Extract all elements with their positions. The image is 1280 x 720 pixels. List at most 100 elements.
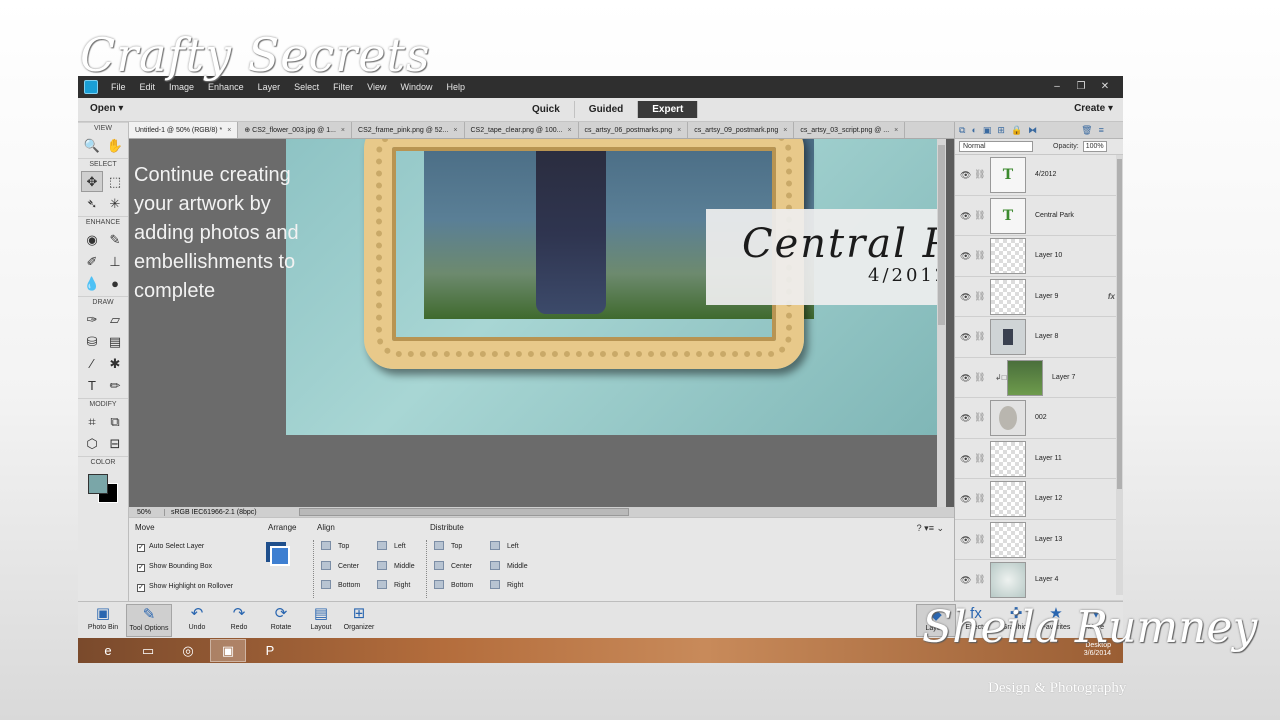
layer-row[interactable]: 👁 ⛓ Layer 11: [955, 439, 1123, 479]
document-tab[interactable]: cs_artsy_09_postmark.png ×: [688, 122, 795, 138]
layer-row[interactable]: 👁 ⛓ Layer 9 fx: [955, 277, 1123, 317]
show-highlight-checkbox[interactable]: ✓ Show Highlight on Rollover: [137, 583, 233, 592]
layer-row[interactable]: 👁 ⛓ Layer 13: [955, 520, 1123, 560]
document-tab[interactable]: Untitled-1 @ 50% (RGB/8) * ×: [129, 122, 239, 138]
options-menu-icons[interactable]: ? ▾≡ ⌄: [917, 523, 944, 534]
hand-icon[interactable]: ✋: [104, 135, 126, 156]
visibility-eye-icon[interactable]: 👁: [960, 170, 971, 181]
opacity-input[interactable]: 100%: [1082, 141, 1107, 152]
document-tab[interactable]: CS2_tape_clear.png @ 100... ×: [465, 122, 579, 138]
visibility-eye-icon[interactable]: 👁: [960, 454, 971, 465]
layer-thumbnail[interactable]: T: [990, 197, 1026, 234]
align-middle-button[interactable]: Middle: [377, 561, 415, 570]
sponge-icon[interactable]: ●: [104, 273, 126, 294]
panel-menu-icon[interactable]: ≡: [1099, 125, 1104, 135]
layer-row[interactable]: 👁 ⛓ T Central Park: [955, 196, 1123, 236]
distribute-right-button[interactable]: Right: [490, 580, 523, 589]
canvas-vertical-scroll-thumb[interactable]: [938, 145, 945, 325]
layer-link-icon[interactable]: ⛓: [974, 291, 985, 302]
visibility-eye-icon[interactable]: 👁: [960, 251, 971, 262]
layer-link-icon[interactable]: ⛓: [974, 534, 985, 545]
eyedropper-icon[interactable]: ⁄: [81, 353, 103, 374]
arrange-icon[interactable]: [270, 546, 290, 566]
pencil-icon[interactable]: ✏: [104, 375, 126, 396]
align-top-button[interactable]: Top: [321, 541, 349, 550]
tab-close-icon[interactable]: ×: [227, 127, 231, 134]
layer-thumbnail[interactable]: [1007, 359, 1043, 396]
visibility-eye-icon[interactable]: 👁: [960, 413, 971, 424]
artwork-canvas[interactable]: Central P 4/2012: [286, 139, 946, 435]
chrome-icon[interactable]: ◎: [170, 639, 206, 662]
open-button[interactable]: Open ▾: [90, 103, 123, 114]
lock-transparency-icon[interactable]: ⊞: [997, 125, 1005, 136]
layer-row[interactable]: 👁 ⛓ Layer 12: [955, 479, 1123, 520]
layer-row[interactable]: 👁 ⛓ T 4/2012: [955, 155, 1123, 196]
align-left-button[interactable]: Left: [377, 541, 406, 550]
layer-thumbnail[interactable]: [990, 521, 1026, 558]
straighten-icon[interactable]: ⊟: [104, 433, 126, 454]
mode-expert[interactable]: Expert: [638, 101, 699, 118]
blur-icon[interactable]: 💧: [81, 273, 103, 294]
layer-thumbnail[interactable]: [990, 440, 1026, 477]
magic-wand-icon[interactable]: ✳: [104, 193, 126, 214]
canvas-vertical-scrollbar[interactable]: [937, 139, 946, 507]
lock-layer-icon[interactable]: 🔒: [1011, 125, 1022, 136]
gradient-icon[interactable]: ▤: [104, 331, 126, 352]
show-bounding-box-checkbox[interactable]: ✓ Show Bounding Box: [137, 563, 212, 572]
visibility-eye-icon[interactable]: 👁: [960, 494, 971, 505]
tab-close-icon[interactable]: ×: [453, 127, 457, 134]
layer-link-icon[interactable]: ⛓: [974, 331, 985, 342]
layer-thumbnail[interactable]: [990, 562, 1026, 598]
smart-brush-icon[interactable]: ✐: [81, 251, 103, 272]
layer-thumbnail[interactable]: [990, 319, 1026, 355]
tab-close-icon[interactable]: ×: [894, 127, 898, 134]
tab-close-icon[interactable]: ×: [567, 127, 571, 134]
zoom-icon[interactable]: 🔍: [81, 135, 103, 156]
layer-row[interactable]: 👁 ⛓ Layer 4: [955, 560, 1123, 601]
checkbox-box[interactable]: ✓: [137, 564, 145, 572]
layer-link-icon[interactable]: ⛓: [974, 574, 985, 585]
red-eye-icon[interactable]: ◉: [81, 229, 103, 250]
layer-link-icon[interactable]: ⛓: [974, 210, 985, 221]
document-tab[interactable]: ⊕ CS2_flower_003.jpg @ 1... ×: [238, 122, 353, 138]
distribute-middle-button[interactable]: Middle: [490, 561, 528, 570]
link-layers-icon[interactable]: ⧓: [1028, 125, 1037, 136]
paint-bucket-icon[interactable]: ⛁: [81, 331, 103, 352]
undo-button[interactable]: ↶ Undo: [174, 604, 220, 637]
align-right-button[interactable]: Right: [377, 580, 410, 589]
layer-thumbnail[interactable]: T: [990, 157, 1026, 193]
create-button[interactable]: Create ▾: [1074, 103, 1113, 114]
new-layer-icon[interactable]: ⧉: [959, 125, 965, 136]
layer-row[interactable]: 👁 ⛓ ↲□ Layer 7: [955, 358, 1123, 398]
layer-link-icon[interactable]: ⛓: [974, 372, 985, 383]
layer-thumbnail[interactable]: [990, 238, 1026, 274]
spot-healing-icon[interactable]: ✎: [104, 229, 126, 250]
brush-icon[interactable]: ✑: [81, 309, 103, 330]
photo-bin-button[interactable]: ▣ Photo Bin: [80, 604, 126, 637]
layers-scroll-thumb[interactable]: [1117, 159, 1122, 489]
recompose-icon[interactable]: ⧉: [104, 411, 126, 432]
zoom-level[interactable]: 50%: [129, 508, 165, 516]
align-bottom-button[interactable]: Bottom: [321, 580, 360, 589]
layer-effects-icon[interactable]: fx: [1108, 292, 1115, 301]
visibility-eye-icon[interactable]: 👁: [960, 292, 971, 303]
layer-row[interactable]: 👁 ⛓ 002: [955, 398, 1123, 439]
eraser-icon[interactable]: ▱: [104, 309, 126, 330]
document-tab[interactable]: CS2_frame_pink.png @ 52... ×: [352, 122, 465, 138]
checkbox-box[interactable]: ✓: [137, 584, 145, 592]
foreground-color-swatch[interactable]: [88, 474, 108, 494]
distribute-top-button[interactable]: Top: [434, 541, 462, 550]
tab-close-icon[interactable]: ×: [341, 127, 345, 134]
distribute-left-button[interactable]: Left: [490, 541, 519, 550]
document-tab[interactable]: cs_artsy_03_script.png @ ... ×: [794, 122, 906, 138]
auto-select-layer-checkbox[interactable]: ✓ Auto Select Layer: [137, 543, 204, 552]
document-tab[interactable]: cs_artsy_06_postmarks.png ×: [579, 122, 689, 138]
layer-link-icon[interactable]: ⛓: [974, 412, 985, 423]
minimize-icon[interactable]: –: [1045, 76, 1069, 98]
canvas-area[interactable]: Central P 4/2012 Continue creating your …: [129, 139, 946, 507]
ie-icon[interactable]: e: [90, 639, 126, 662]
redo-button[interactable]: ↷ Redo: [216, 604, 262, 637]
powerpoint-icon[interactable]: P: [252, 639, 288, 662]
layer-row[interactable]: 👁 ⛓ Layer 10: [955, 236, 1123, 277]
move-icon[interactable]: ✥: [81, 171, 103, 192]
